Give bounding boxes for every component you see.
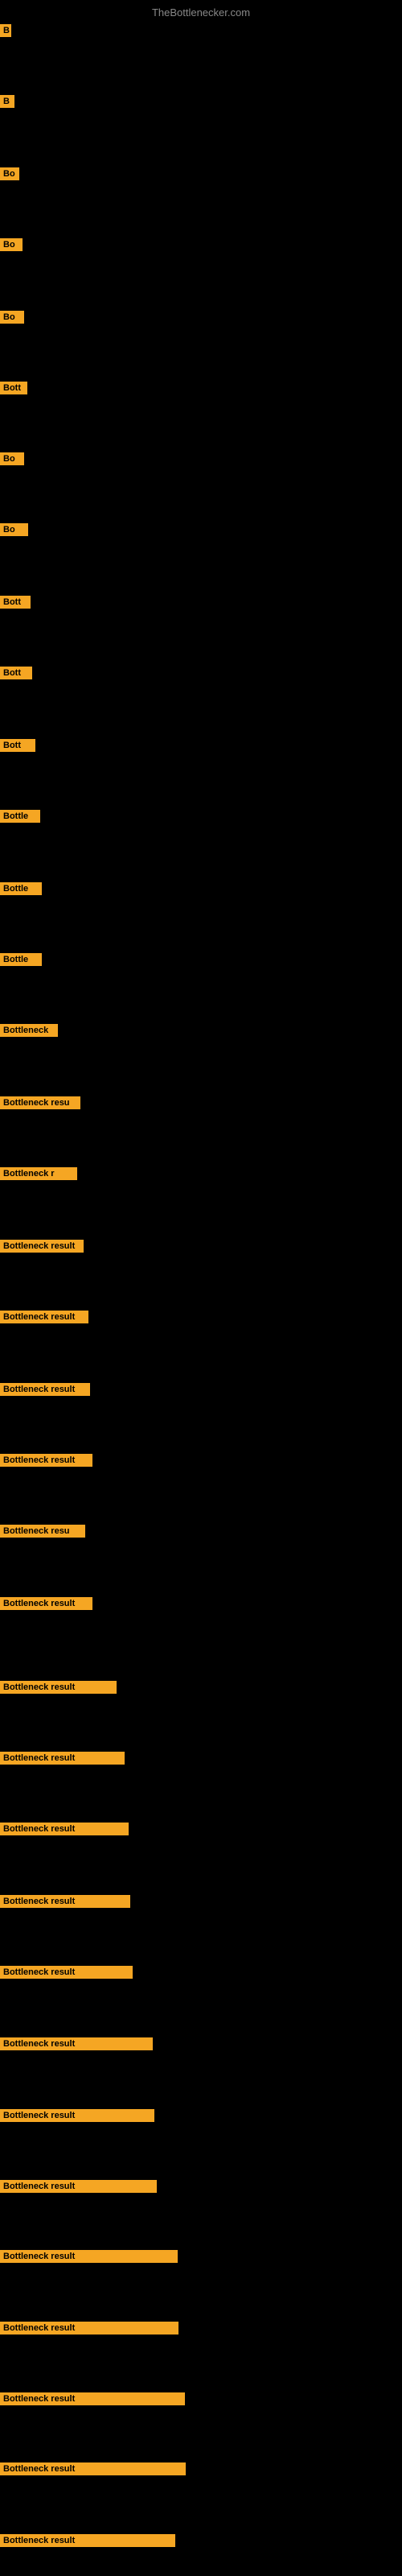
bar-item: Bottleneck r bbox=[0, 1167, 77, 1184]
bar-label: Bo bbox=[0, 452, 24, 465]
bar-label: Bottleneck result bbox=[0, 1895, 130, 1908]
bar-label: Bottleneck result bbox=[0, 2462, 186, 2475]
bar-label: Bo bbox=[0, 167, 19, 180]
bar-item: Bottleneck result bbox=[0, 1681, 117, 1698]
bar-label: Bottleneck r bbox=[0, 1167, 77, 1180]
bar-label: Bottle bbox=[0, 810, 40, 823]
bar-item: Bottleneck result bbox=[0, 1752, 125, 1769]
bar-item: Bottleneck result bbox=[0, 2534, 175, 2551]
bar-label: Bott bbox=[0, 596, 31, 609]
bar-item: Bo bbox=[0, 311, 24, 328]
bar-item: B bbox=[0, 95, 14, 112]
bar-item: Bott bbox=[0, 382, 27, 398]
bar-label: Bo bbox=[0, 311, 24, 324]
bar-item: Bott bbox=[0, 596, 31, 613]
bar-item: Bottleneck result bbox=[0, 2037, 153, 2054]
bar-label: B bbox=[0, 95, 14, 108]
bar-label: Bottleneck result bbox=[0, 2392, 185, 2405]
bar-label: Bottleneck result bbox=[0, 1240, 84, 1253]
bar-item: Bottleneck result bbox=[0, 1895, 130, 1912]
bar-item: Bottleneck result bbox=[0, 1311, 88, 1327]
bar-label: Bottleneck result bbox=[0, 1681, 117, 1694]
bar-label: Bottleneck result bbox=[0, 1597, 92, 1610]
bar-item: Bottle bbox=[0, 953, 42, 970]
bar-item: Bo bbox=[0, 523, 28, 540]
bar-item: Bottleneck resu bbox=[0, 1096, 80, 1113]
bar-item: Bottleneck result bbox=[0, 1383, 90, 1400]
bar-label: Bott bbox=[0, 667, 32, 679]
bar-label: Bottleneck result bbox=[0, 2322, 178, 2334]
bar-label: Bottleneck result bbox=[0, 1454, 92, 1467]
bar-item: Bott bbox=[0, 739, 35, 756]
bar-item: Bottleneck result bbox=[0, 1597, 92, 1614]
bar-item: Bottleneck result bbox=[0, 1966, 133, 1983]
bar-label: Bottleneck result bbox=[0, 2534, 175, 2547]
bar-label: Bo bbox=[0, 238, 23, 251]
bar-label: Bottleneck result bbox=[0, 2109, 154, 2122]
bar-item: Bottle bbox=[0, 882, 42, 899]
bar-item: Bo bbox=[0, 238, 23, 255]
bar-item: Bottleneck result bbox=[0, 1454, 92, 1471]
bar-label: Bo bbox=[0, 523, 28, 536]
bar-item: Bott bbox=[0, 667, 32, 683]
bar-label: Bott bbox=[0, 739, 35, 752]
bar-label: Bottleneck result bbox=[0, 2180, 157, 2193]
bar-label: Bottle bbox=[0, 882, 42, 895]
bar-label: Bottleneck result bbox=[0, 1823, 129, 1835]
bar-label: Bottle bbox=[0, 953, 42, 966]
bar-item: Bottleneck result bbox=[0, 2250, 178, 2267]
bar-label: Bottleneck resu bbox=[0, 1525, 85, 1538]
bar-item: Bottleneck result bbox=[0, 2462, 186, 2479]
site-title: TheBottlenecker.com bbox=[152, 6, 250, 19]
bar-item: Bottleneck bbox=[0, 1024, 58, 1041]
bar-item: Bottleneck result bbox=[0, 1240, 84, 1257]
bar-item: Bottleneck result bbox=[0, 2180, 157, 2197]
bar-label: Bottleneck result bbox=[0, 1966, 133, 1979]
bar-label: Bottleneck result bbox=[0, 1383, 90, 1396]
bar-label: Bottleneck result bbox=[0, 2250, 178, 2263]
bar-item: Bottleneck result bbox=[0, 2392, 185, 2409]
bar-item: Bottleneck result bbox=[0, 2109, 154, 2126]
bar-label: Bott bbox=[0, 382, 27, 394]
bar-label: Bottleneck result bbox=[0, 1311, 88, 1323]
bar-item: Bottleneck resu bbox=[0, 1525, 85, 1542]
bar-label: B bbox=[0, 24, 11, 37]
bar-label: Bottleneck bbox=[0, 1024, 58, 1037]
bar-item: Bottleneck result bbox=[0, 2322, 178, 2339]
bar-label: Bottleneck resu bbox=[0, 1096, 80, 1109]
bar-label: Bottleneck result bbox=[0, 2037, 153, 2050]
bar-item: Bo bbox=[0, 452, 24, 469]
bar-item: Bo bbox=[0, 167, 19, 184]
bar-item: B bbox=[0, 24, 11, 41]
bar-item: Bottle bbox=[0, 810, 40, 827]
bar-item: Bottleneck result bbox=[0, 1823, 129, 1839]
bar-label: Bottleneck result bbox=[0, 1752, 125, 1765]
